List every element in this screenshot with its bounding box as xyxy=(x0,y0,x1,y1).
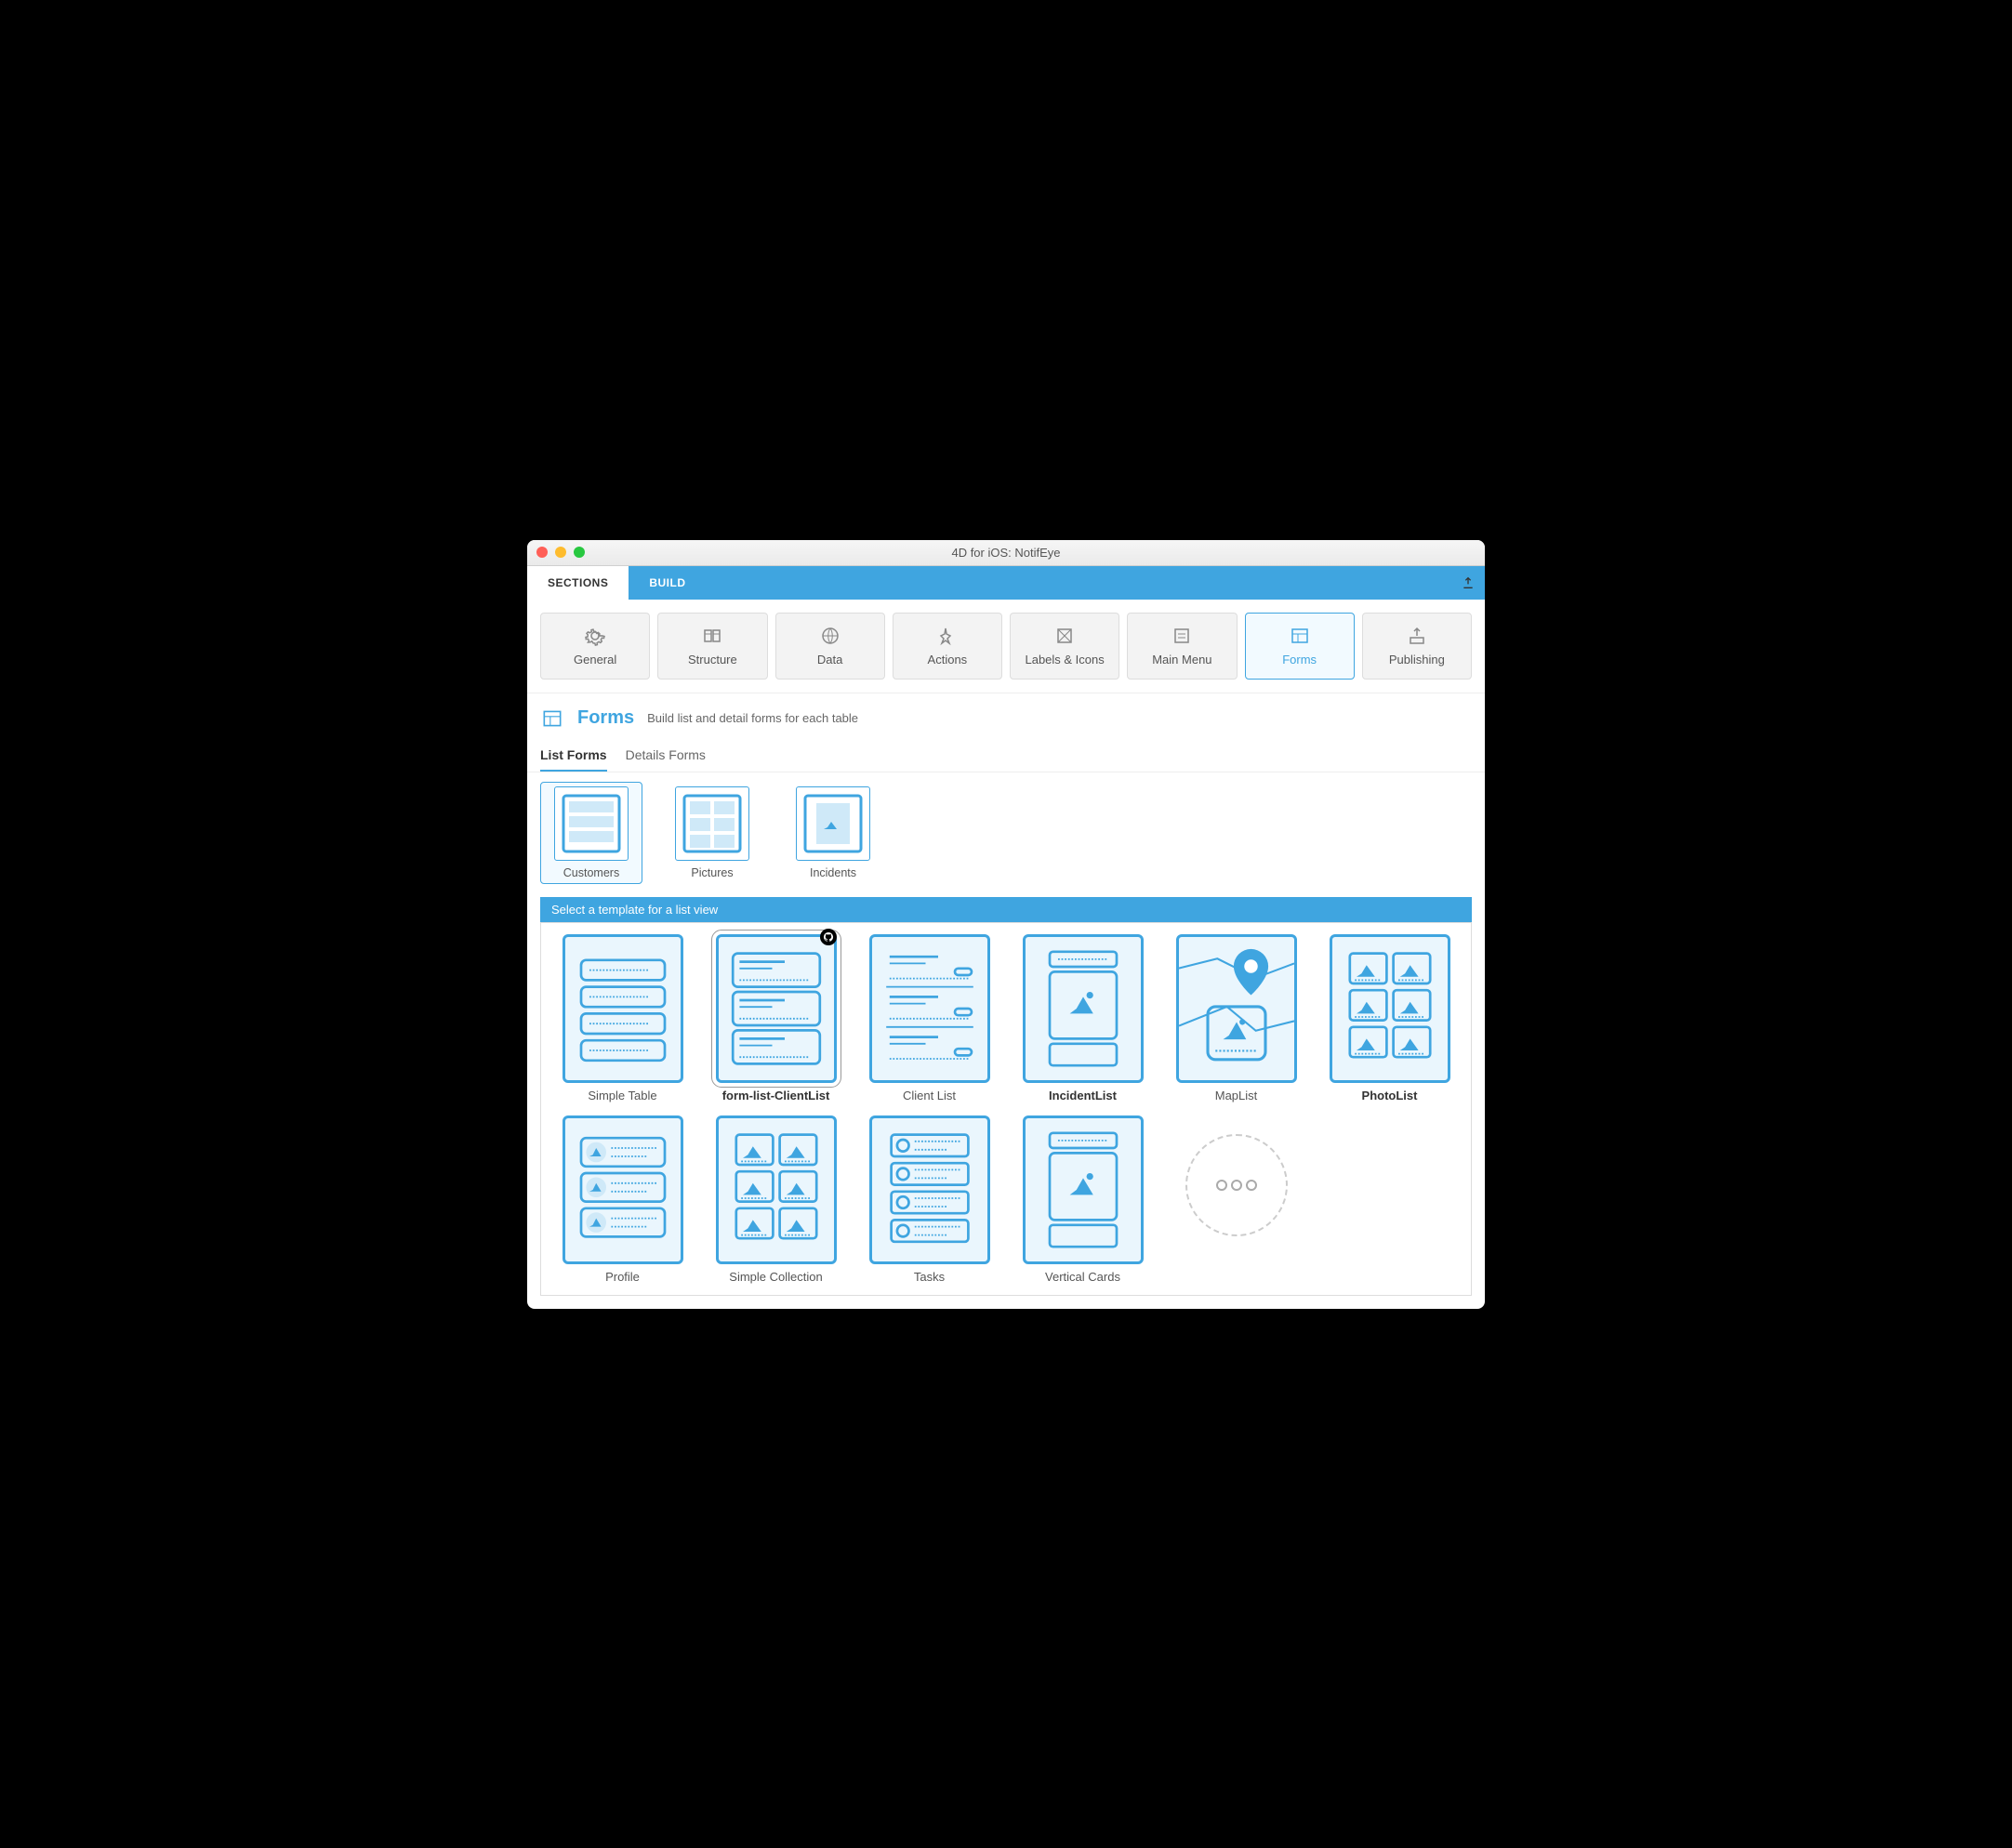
subtab-list-forms[interactable]: List Forms xyxy=(540,740,607,772)
section-publishing[interactable]: Publishing xyxy=(1362,613,1472,680)
template-simple-collection[interactable]: Simple Collection xyxy=(706,1115,846,1284)
template-photo-list[interactable]: PhotoList xyxy=(1319,934,1460,1102)
subtab-detail-forms[interactable]: Details Forms xyxy=(626,740,706,772)
page-title: Forms xyxy=(577,707,634,729)
titlebar: 4D for iOS: NotifEye xyxy=(527,540,1485,566)
template-header: Select a template for a list view xyxy=(540,897,1472,922)
section-actions[interactable]: Actions xyxy=(893,613,1002,680)
page-header: Forms Build list and detail forms for ea… xyxy=(527,693,1485,740)
template-vertical-cards[interactable]: Vertical Cards xyxy=(1013,1115,1153,1284)
table-customers[interactable]: Customers xyxy=(540,782,642,884)
table-pictures[interactable]: Pictures xyxy=(661,782,763,884)
section-labels[interactable]: Labels & Icons xyxy=(1010,613,1119,680)
sections-toolbar: General Structure Data Actions Labels & … xyxy=(527,600,1485,693)
tab-sections[interactable]: SECTIONS xyxy=(527,566,629,600)
template-client-list[interactable]: Client List xyxy=(859,934,999,1102)
template-tasks[interactable]: Tasks xyxy=(859,1115,999,1284)
forms-icon xyxy=(540,706,564,731)
section-data[interactable]: Data xyxy=(775,613,885,680)
section-forms[interactable]: Forms xyxy=(1245,613,1355,680)
github-icon xyxy=(820,929,837,945)
section-mainmenu[interactable]: Main Menu xyxy=(1127,613,1237,680)
zoom-window-button[interactable] xyxy=(574,547,585,558)
template-profile[interactable]: Profile xyxy=(552,1115,693,1284)
close-window-button[interactable] xyxy=(536,547,548,558)
template-simple-table[interactable]: Simple Table xyxy=(552,934,693,1102)
page-subtitle: Build list and detail forms for each tab… xyxy=(647,711,858,725)
minimize-window-button[interactable] xyxy=(555,547,566,558)
upload-icon[interactable] xyxy=(1461,566,1476,600)
more-icon xyxy=(1185,1134,1288,1236)
topbar: SECTIONS BUILD xyxy=(527,566,1485,600)
template-incident-list[interactable]: IncidentList xyxy=(1013,934,1153,1102)
template-map-list[interactable]: MapList xyxy=(1166,934,1306,1102)
tab-build[interactable]: BUILD xyxy=(629,566,706,600)
forms-subtabs: List Forms Details Forms xyxy=(527,740,1485,772)
window-title: 4D for iOS: NotifEye xyxy=(527,546,1485,560)
section-general[interactable]: General xyxy=(540,613,650,680)
template-more[interactable] xyxy=(1166,1115,1306,1284)
app-window: 4D for iOS: NotifEye SECTIONS BUILD Gene… xyxy=(527,540,1485,1309)
tables-row: Customers Pictures Incidents xyxy=(527,772,1485,897)
section-structure[interactable]: Structure xyxy=(657,613,767,680)
templates-panel: Simple Table form-list-ClientList Client… xyxy=(540,922,1472,1296)
table-incidents[interactable]: Incidents xyxy=(782,782,884,884)
template-form-list-clientlist[interactable]: form-list-ClientList xyxy=(706,934,846,1102)
